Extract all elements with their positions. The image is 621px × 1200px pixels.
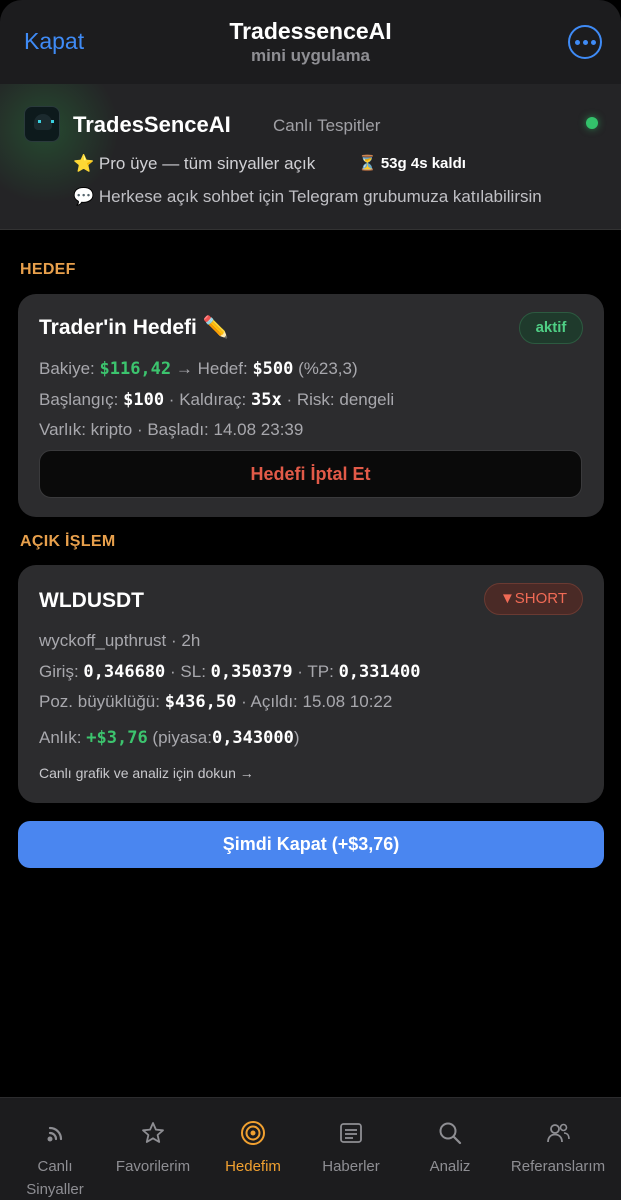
news-icon — [340, 1123, 362, 1143]
cancel-goal-button[interactable]: Hedefi İptal Et — [39, 450, 582, 498]
open-trade-card[interactable]: WLDUSDT ▼SHORT wyckoff_upthrust · 2h Gir… — [18, 565, 604, 803]
nav-item-favorites[interactable]: Favorilerim — [101, 1098, 205, 1178]
header-banner: TradesSenceAI Canlı Tespitler ⭐ Pro üye … — [0, 84, 621, 230]
trade-strategy-line: wyckoff_upthrust · 2h — [39, 631, 201, 650]
logo-glow — [0, 84, 130, 204]
trade-side-badge: ▼SHORT — [484, 583, 583, 615]
nav-item-live-signals[interactable]: Canlı Sinyaller — [3, 1098, 107, 1200]
goal-balance-line: Bakiye: $116,42 → Hedef: $500 (%23,3) — [39, 359, 358, 379]
close-position-button[interactable]: Şimdi Kapat (+$3,76) — [18, 821, 604, 868]
goal-section-label: HEDEF — [20, 261, 76, 278]
nav-label: Referanslarım — [510, 1158, 606, 1175]
app-subtitle: mini uygulama — [250, 46, 371, 65]
subscription-timer: ⏳ 53g 4s kaldı — [358, 155, 466, 172]
users-icon — [547, 1123, 570, 1143]
dot-icon — [590, 39, 596, 45]
live-status-indicator — [586, 117, 598, 129]
search-icon — [439, 1122, 462, 1145]
goal-status-badge: aktif — [519, 312, 583, 344]
star-icon — [142, 1122, 164, 1143]
nav-label: Hedefim — [225, 1158, 281, 1175]
trade-detail-hint[interactable]: Canlı grafik ve analiz için dokun → — [39, 765, 254, 781]
trade-size-line: Poz. büyüklüğü: $436,50 · Açıldı: 15.08 … — [39, 692, 393, 712]
dot-icon — [582, 39, 588, 45]
more-options-button[interactable] — [568, 25, 602, 59]
open-trade-section-label: AÇIK İŞLEM — [20, 533, 116, 550]
pro-membership-text: ⭐ Pro üye — tüm sinyaller açık — [73, 154, 316, 173]
trade-pnl-line: Anlık: +$3,76 (piyasa:0,343000) — [39, 728, 300, 748]
target-icon — [241, 1121, 265, 1145]
goal-card: Trader'in Hedefi ✏️ aktif Bakiye: $116,4… — [18, 294, 604, 517]
dot-icon — [574, 39, 580, 45]
nav-item-referrals[interactable]: Referanslarım — [505, 1098, 611, 1178]
nav-label: Haberler — [322, 1158, 380, 1175]
brand-tag: Canlı Tespitler — [273, 116, 381, 135]
trade-symbol: WLDUSDT — [39, 589, 144, 612]
nav-label: Canlı Sinyaller — [26, 1158, 84, 1198]
nav-label: Analiz — [429, 1158, 471, 1175]
goal-params-line: Başlangıç: $100 · Kaldıraç: 35x · Risk: … — [39, 390, 395, 410]
telegram-invite-link[interactable]: 💬 Herkese açık sohbet için Telegram grub… — [73, 187, 542, 207]
goal-title: Trader'in Hedefi ✏️ — [39, 316, 229, 339]
nav-item-analysis[interactable]: Analiz — [398, 1098, 502, 1178]
bottom-nav: Canlı Sinyaller Favorilerim Hedefim Habe… — [0, 1097, 621, 1200]
goal-asset-line: Varlık: kripto · Başladı: 14.08 23:39 — [39, 420, 304, 439]
top-bar: Kapat TradessenceAI mini uygulama — [0, 0, 621, 84]
wifi-signal-icon — [47, 1126, 63, 1142]
trade-levels-line: Giriş: 0,346680 · SL: 0,350379 · TP: 0,3… — [39, 662, 421, 682]
nav-label: Favorilerim — [115, 1158, 191, 1175]
app-title: TradessenceAI — [229, 18, 392, 44]
brand-name: TradesSenceAI — [73, 112, 231, 137]
nav-item-my-goal[interactable]: Hedefim — [201, 1098, 305, 1178]
nav-item-news[interactable]: Haberler — [299, 1098, 403, 1178]
app-logo-icon — [24, 106, 60, 142]
